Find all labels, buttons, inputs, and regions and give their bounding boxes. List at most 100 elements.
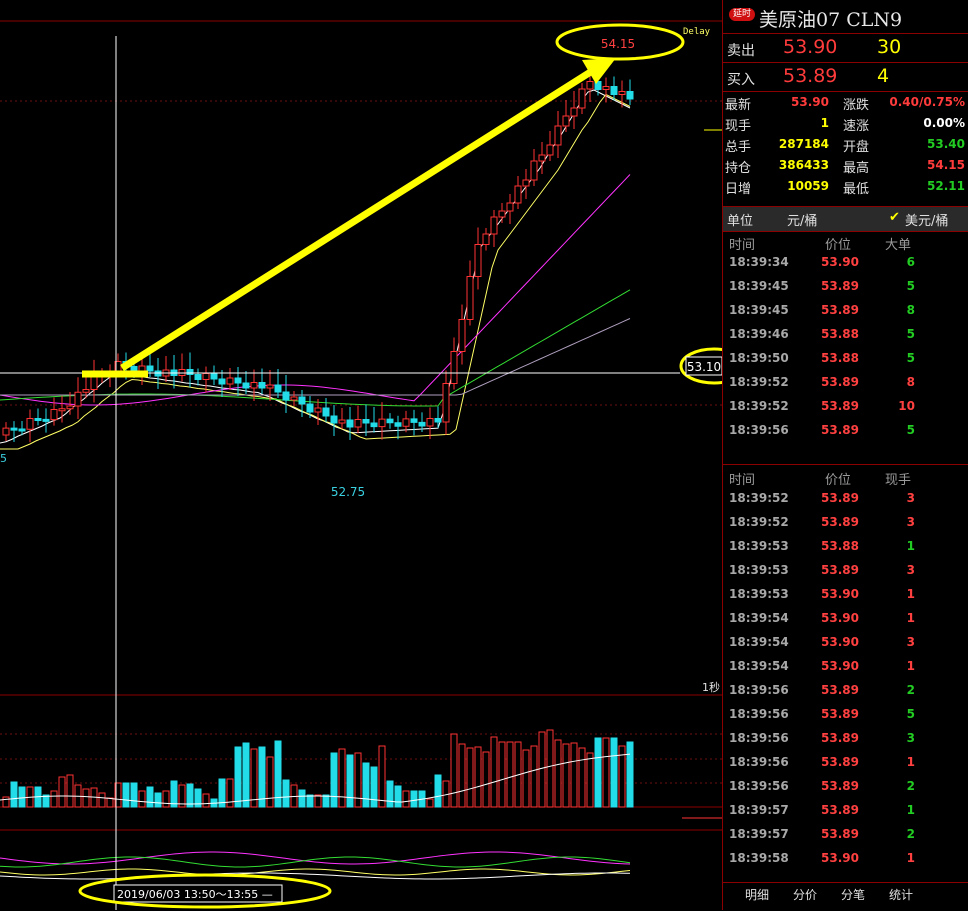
big-order-row: 18:39:45 53.89 8 xyxy=(723,299,968,323)
row-price: 53.89 xyxy=(821,399,859,413)
contract-title: 美原油07 CLN9 xyxy=(759,9,903,31)
quote-header: 延时 美原油07 CLN9 xyxy=(723,0,968,34)
stat-label: 日增 xyxy=(725,182,752,197)
volume-bar xyxy=(378,745,386,808)
row-price: 53.89 xyxy=(821,303,859,317)
candle-body xyxy=(410,418,418,423)
candle-body xyxy=(562,115,570,127)
candle-body xyxy=(426,418,434,427)
candle-body xyxy=(186,369,194,375)
volume-bar xyxy=(10,781,18,808)
delay-label: Delay xyxy=(683,27,711,37)
big-order-row: 18:39:52 53.89 10 xyxy=(723,395,968,419)
stat-value: 287184 xyxy=(778,137,829,151)
row-volume: 8 xyxy=(906,375,915,389)
row-time: 18:39:56 xyxy=(729,423,789,437)
volume-bar xyxy=(322,794,330,808)
candle-body xyxy=(538,154,546,162)
check-icon: ✔ xyxy=(889,210,900,225)
volume-bar xyxy=(546,729,554,808)
row-time: 18:39:57 xyxy=(729,827,789,841)
tick-row: 18:39:54 53.90 1 xyxy=(723,607,968,631)
volume-bar xyxy=(258,746,266,808)
candle-body xyxy=(434,418,442,423)
candle-body xyxy=(578,88,586,109)
candle-body xyxy=(282,391,290,401)
volume-bar xyxy=(578,747,586,808)
quote-panel: 延时 美原油07 CLN9 卖出 53.90 30 买入 53.89 4 最新 5… xyxy=(722,0,968,910)
stat-label: 开盘 xyxy=(843,140,870,155)
volume-bar xyxy=(346,754,354,808)
row-time: 18:39:53 xyxy=(729,539,789,553)
candle-body xyxy=(258,382,266,389)
volume-bar xyxy=(554,739,562,808)
row-price: 53.89 xyxy=(821,375,859,389)
candle-body xyxy=(386,418,394,424)
tab-0[interactable]: 明细 xyxy=(745,886,769,903)
row-price: 53.90 xyxy=(821,635,859,649)
candle-body xyxy=(354,419,362,428)
candle-body xyxy=(626,91,634,100)
candle-body xyxy=(570,107,578,117)
volume-bar xyxy=(82,788,90,808)
unit-option[interactable]: 美元/桶 xyxy=(905,210,948,229)
row-volume: 5 xyxy=(906,327,915,341)
volume-bar xyxy=(170,780,178,808)
candle-body xyxy=(402,418,410,427)
interval-label: 1秒 xyxy=(702,680,720,694)
row-volume: 1 xyxy=(906,659,915,673)
candle-body xyxy=(546,144,554,156)
tab-3[interactable]: 统计 xyxy=(889,886,913,903)
stat-value: 53.40 xyxy=(927,137,965,151)
row-price: 53.89 xyxy=(821,803,859,817)
volume-bar xyxy=(330,752,338,808)
candle-body xyxy=(66,405,74,410)
stat-6: 持仓 386433 xyxy=(725,155,829,176)
row-time: 18:39:34 xyxy=(729,255,789,269)
row-price: 53.90 xyxy=(821,851,859,865)
big-order-row: 18:39:45 53.89 5 xyxy=(723,275,968,299)
stat-value: 53.90 xyxy=(791,95,829,109)
row-price: 53.89 xyxy=(821,827,859,841)
row-time: 18:39:54 xyxy=(729,611,789,625)
volume-bar xyxy=(426,798,434,808)
stat-label: 现手 xyxy=(725,119,752,134)
stat-label: 最低 xyxy=(843,182,870,197)
row-time: 18:39:46 xyxy=(729,327,789,341)
row-volume: 10 xyxy=(898,399,915,413)
big-order-row: 18:39:50 53.88 5 xyxy=(723,347,968,371)
volume-bar xyxy=(490,736,498,808)
volume-bar xyxy=(530,745,538,808)
stat-2: 现手 1 xyxy=(725,113,829,134)
tick-row: 18:39:56 53.89 5 xyxy=(723,703,968,727)
row-price: 53.90 xyxy=(821,611,859,625)
candle-body xyxy=(210,373,218,380)
candle-body xyxy=(74,391,82,407)
row-price: 53.88 xyxy=(821,351,859,365)
volume-bar xyxy=(474,746,482,808)
unit-value: 元/桶 xyxy=(787,214,818,229)
candle-body xyxy=(522,179,530,187)
volume-bar xyxy=(434,774,442,808)
row-volume: 1 xyxy=(906,851,915,865)
candle-body xyxy=(474,244,482,277)
row-volume: 6 xyxy=(906,255,915,269)
candle-body xyxy=(586,81,594,90)
kline-chart[interactable]: 54.15 Delay 52.75 5 53.10 1秒 2019/06/03 … xyxy=(0,0,722,910)
tick-row: 18:39:52 53.89 3 xyxy=(723,511,968,535)
tab-2[interactable]: 分笔 xyxy=(841,886,865,903)
volume-bar xyxy=(106,797,114,808)
tab-1[interactable]: 分价 xyxy=(793,886,817,903)
row-time: 18:39:56 xyxy=(729,683,789,697)
row-time: 18:39:56 xyxy=(729,731,789,745)
row-time: 18:39:56 xyxy=(729,779,789,793)
tick-row: 18:39:53 53.88 1 xyxy=(723,535,968,559)
candle-body xyxy=(50,409,58,421)
unit-row[interactable]: 单位 元/桶 ✔ 美元/桶 xyxy=(723,206,968,232)
volume-bar xyxy=(162,790,170,808)
row-volume: 1 xyxy=(906,803,915,817)
candle-body xyxy=(394,422,402,427)
stat-label: 最新 xyxy=(725,98,752,113)
volume-bar xyxy=(562,743,570,808)
candle-body xyxy=(26,418,34,430)
